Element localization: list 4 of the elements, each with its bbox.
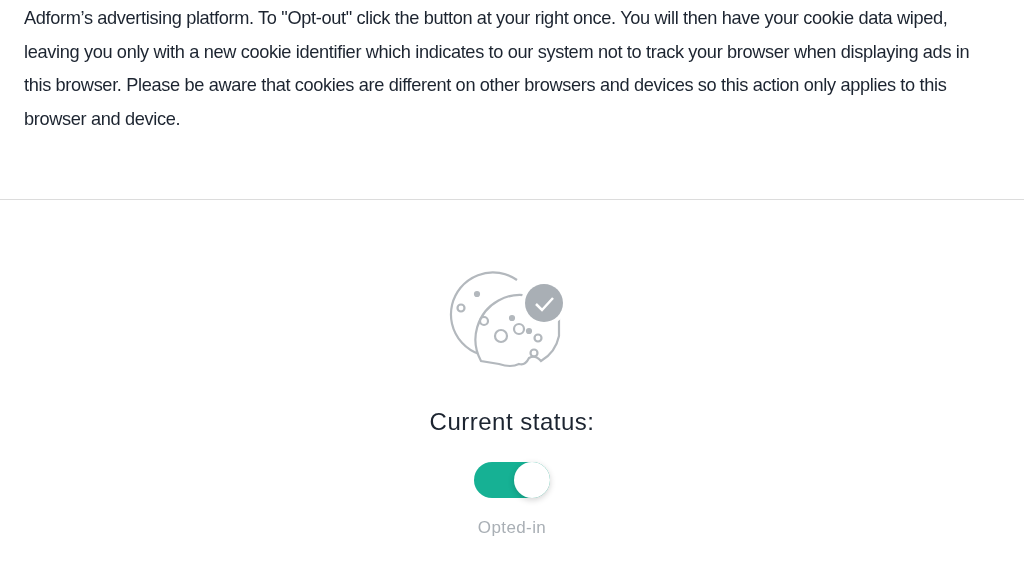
status-label: Opted-in (477, 518, 547, 538)
status-toggle[interactable] (474, 462, 550, 498)
intro-paragraph: Adform’s advertising platform. To "Opt-out" click the button at your right once. You will then have your cookie data wiped, leaving you only with a new cookie identifier which indicates to our system not to track your browser when displaying ads in this browser. Please be aware that cookies are different on other browsers and devices so this action only applies to this browser and device. (23, 7, 971, 131)
status-heading: Current status: (429, 408, 595, 436)
